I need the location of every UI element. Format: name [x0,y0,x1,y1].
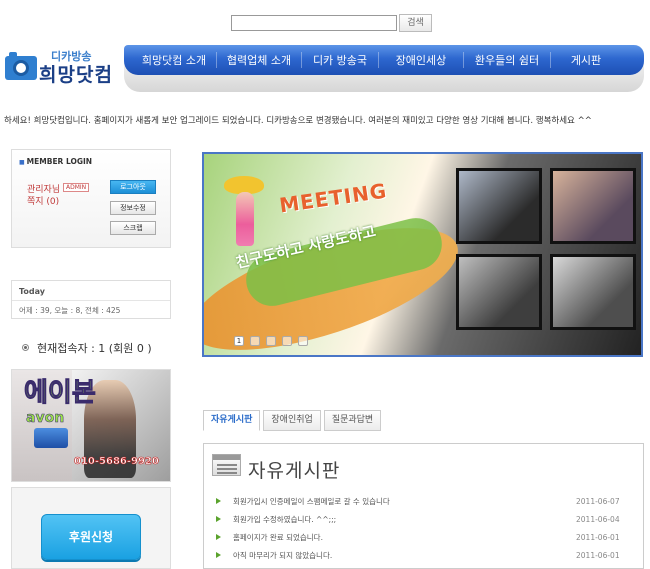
ad-phone: 010-5686-9920 [74,456,159,468]
visitor-stats: 어제 : 39, 오늘 : 8, 전체 : 425 [19,306,121,315]
list-item[interactable]: 아직 마무리가 되지 않았습니다. 2011-06-01 [216,546,636,564]
message-link[interactable]: 쪽지 (0) [27,194,59,207]
board-tab[interactable]: 자유게시판 [203,410,261,431]
divider [12,300,170,301]
arrow-icon [216,516,221,522]
ad-title: 에이본 [24,378,97,408]
post-date: 2011-06-07 [576,496,620,506]
notice-marquee: 하세요! 희망닷컴입니다. 홈페이지가 새롭게 보안 업그레이드 되었습니다. … [4,116,592,126]
slide-dot[interactable] [250,336,260,346]
site-logo[interactable]: 디카방송 희망닷컴 [3,42,123,86]
today-title: Today [19,287,45,296]
list-item[interactable]: 회원가입 수정하였습니다. ^^;;; 2011-06-04 [216,510,636,528]
avon-ad-banner[interactable]: 에이본 avon 010-5686-9920 [11,369,171,482]
logo-name: 희망닷컴 [39,64,113,86]
couple-photo [550,168,636,244]
free-board: 자유게시판 회원가입시 인증메일이 스팸메일로 갈 수 있습니다 2011-06-… [203,443,644,569]
post-subject[interactable]: 홈페이지가 완료 되었습니다. [233,532,576,543]
main-nav: 희망닷컴 소개 협력업체 소개 디카 방송국 장애인세상 환우들의 쉼터 게시판 [124,45,644,75]
nav-item[interactable]: 장애인세상 [379,52,463,68]
board-tabs: 자유게시판 장애인취업 질문과답변 [203,410,382,431]
board-tab[interactable]: 질문과답변 [323,410,382,431]
donate-box: 후원신청 [11,487,171,569]
arrow-icon [216,552,221,558]
online-users-text: 현재접속자 : 1 (회원 0 ) [37,342,152,355]
nav-item[interactable]: 환우들의 쉼터 [464,52,550,68]
camera-icon [5,52,37,80]
couple-photo [456,254,542,330]
couple-photo [456,168,542,244]
board-title: 자유게시판 [248,460,341,482]
admin-badge: ADMIN [63,183,90,192]
slide-dot[interactable] [266,336,276,346]
post-subject[interactable]: 회원가입시 인증메일이 스팸메일로 갈 수 있습니다 [233,496,576,507]
slide-dot[interactable] [298,336,308,346]
couple-photo [550,254,636,330]
search-input[interactable] [231,15,397,31]
member-login-box: MEMBER LOGIN 관리자님 ADMIN 쪽지 (0) 로그아웃 정보수정… [11,149,171,248]
login-title: MEMBER LOGIN [19,157,92,166]
online-users: 현재접속자 : 1 (회원 0 ) [22,340,152,356]
bullet-icon [22,344,29,351]
main-banner-slideshow[interactable]: MEETING 친구도하고 사랑도하고 1 [202,152,643,357]
edit-info-button[interactable]: 정보수정 [110,201,156,215]
photo-collage [456,168,641,346]
nav-item[interactable]: 희망닷컴 소개 [132,52,216,68]
slide-indicators: 1 [234,336,308,346]
arrow-icon [216,498,221,504]
cosmetic-jar-image [34,428,68,448]
scrap-button[interactable]: 스크랩 [110,221,156,235]
ad-brand: avon [26,410,65,427]
banner-headline: MEETING [277,178,389,218]
slide-dot[interactable]: 1 [234,336,244,346]
logout-button[interactable]: 로그아웃 [110,180,156,194]
search-button[interactable]: 검색 [399,14,432,32]
board-tab[interactable]: 장애인취업 [263,410,321,431]
post-list: 회원가입시 인증메일이 스팸메일로 갈 수 있습니다 2011-06-07 회원가입… [216,492,636,564]
post-subject[interactable]: 아직 마무리가 되지 않았습니다. [233,550,576,561]
post-subject[interactable]: 회원가입 수정하였습니다. ^^;;; [233,514,576,525]
list-item[interactable]: 회원가입시 인증메일이 스팸메일로 갈 수 있습니다 2011-06-07 [216,492,636,510]
donate-button[interactable]: 후원신청 [41,514,141,560]
post-date: 2011-06-04 [576,514,620,524]
nav-item[interactable]: 협력업체 소개 [217,52,301,68]
arrow-icon [216,534,221,540]
slide-dot[interactable] [282,336,292,346]
visitor-counter: Today 어제 : 39, 오늘 : 8, 전체 : 425 [11,280,171,319]
list-item[interactable]: 홈페이지가 완료 되었습니다. 2011-06-01 [216,528,636,546]
news-icon [212,454,241,476]
post-date: 2011-06-01 [576,532,620,542]
nav-item[interactable]: 게시판 [551,52,621,68]
post-date: 2011-06-01 [576,550,620,560]
nav-item[interactable]: 디카 방송국 [302,52,378,68]
dress-shape [236,192,254,246]
